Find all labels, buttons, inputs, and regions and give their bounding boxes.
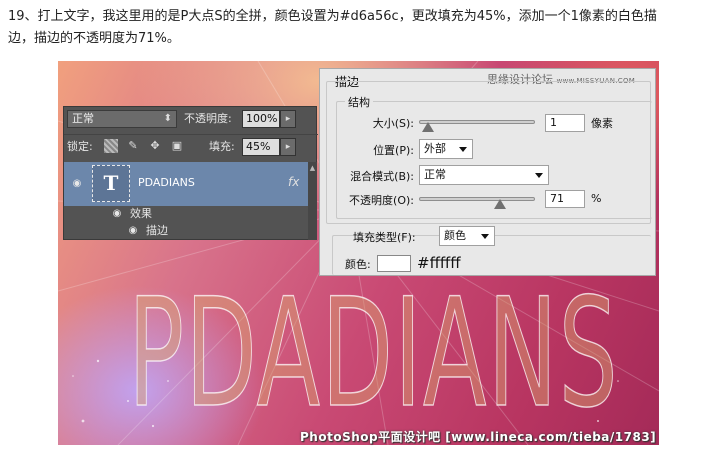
size-input[interactable]: 1 [545,114,585,132]
fill-label: 填充: [209,140,235,153]
size-slider-knob[interactable] [422,122,435,132]
blend-mode-value: 正常 [72,112,94,125]
lock-transparent-icon[interactable] [104,139,118,153]
blend-mode-label: 混合模式(B): [350,170,414,183]
instruction-line-1: 19、打上文字，我这里用的是P大点S的全拼，颜色设置为#d6a56c，更改填充为… [8,9,657,24]
opacity-dialog-input[interactable]: 71 [545,190,585,208]
opacity-slider-knob[interactable] [493,199,506,209]
stroke-eye-icon[interactable]: ◉ [126,226,140,236]
lock-brush-icon[interactable]: ✎ [126,139,140,153]
layers-top-row: 正常 ⬍ 不透明度: 100% ▸ [64,107,318,133]
blend-mode-dialog-value: 正常 [424,168,446,181]
canvas-big-text: PDADIANS [128,267,619,441]
color-hex-text: #ffffff [417,254,461,272]
fill-type-group: 填充类型(F): 颜色 颜色: #ffffff [332,226,651,275]
opacity-input[interactable]: 100% [242,110,280,128]
size-slider[interactable] [419,120,535,132]
lock-all-icon[interactable]: ▣ [170,139,184,153]
bottom-watermark: PhotoShop平面设计吧 [www.lineca.com/tieba/178… [300,430,657,444]
instruction-line-2: 边，描边的不透明度为71%。 [8,31,180,46]
stroke-effect-row[interactable]: ◉ 描边 [64,223,308,240]
updown-icon: ⬍ [163,113,172,124]
opacity-dialog-label: 不透明度(O): [349,194,414,207]
chevron-down-icon [459,147,467,152]
stroke-effect-label: 描边 [146,224,168,237]
opacity-label: 不透明度: [184,112,232,125]
size-unit: 像素 [591,117,613,130]
fill-type-select[interactable]: 颜色 [439,226,495,246]
chevron-down-icon [535,173,543,178]
blend-mode-dialog-select[interactable]: 正常 [419,165,549,185]
effects-label: 效果 [130,207,152,220]
structure-group: 结构 大小(S): 1 像素 位置(P): 外部 混合模式(B): 正常 不透明… [336,94,652,219]
stroke-dialog: 描边 思缘设计论坛 www.MISSYUAN.COM 结构 大小(S): 1 像… [319,68,656,276]
chevron-down-icon [481,234,489,239]
effects-eye-icon[interactable]: ◉ [110,209,124,219]
fill-type-label: 填充类型(F): [353,231,416,244]
fill-dropdown-button[interactable]: ▸ [280,138,296,156]
text-layer-thumbnail: T [92,165,130,202]
layers-scrollbar[interactable]: ▲ [308,162,317,240]
position-value: 外部 [424,142,446,155]
layers-panel: 正常 ⬍ 不透明度: 100% ▸ 锁定: ✎ ✥ ▣ 填充: 45% ▸ ◉ … [63,106,318,240]
size-label: 大小(S): [372,117,414,130]
eye-icon[interactable]: ◉ [70,179,84,189]
color-label: 颜色: [345,258,371,271]
fx-icon[interactable]: fx [288,175,299,189]
position-select[interactable]: 外部 [419,139,473,159]
layers-lock-row: 锁定: ✎ ✥ ▣ 填充: 45% ▸ [64,134,318,160]
opacity-unit: % [591,192,602,205]
lock-move-icon[interactable]: ✥ [148,139,162,153]
layer-name: PDADIANS [138,176,195,189]
layer-row-pdadians[interactable]: ◉ T PDADIANS fx [64,162,308,206]
opacity-dropdown-button[interactable]: ▸ [280,110,296,128]
blend-mode-select[interactable]: 正常 ⬍ [67,110,177,128]
layer-effects-row[interactable]: ◉ 效果 [64,206,308,223]
scroll-up-icon[interactable]: ▲ [308,162,317,174]
fill-type-value: 颜色 [444,229,466,242]
instruction-text: 19、打上文字，我这里用的是P大点S的全拼，颜色设置为#d6a56c，更改填充为… [8,6,720,50]
fill-input[interactable]: 45% [242,138,280,156]
opacity-slider[interactable] [419,197,535,209]
color-swatch[interactable] [377,255,411,272]
position-label: 位置(P): [373,144,414,157]
structure-label: 结构 [345,94,373,110]
stroke-group: 结构 大小(S): 1 像素 位置(P): 外部 混合模式(B): 正常 不透明… [326,81,652,224]
lock-label: 锁定: [67,140,93,153]
